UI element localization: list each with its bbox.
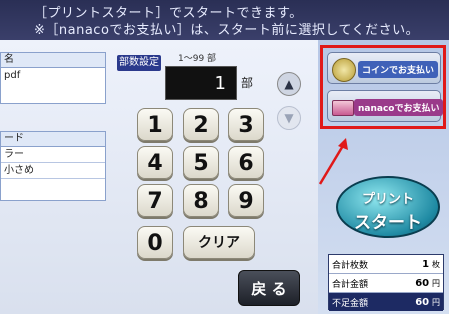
decrement-button[interactable]: ▼ [277,106,301,130]
sheets-label: 合計枚数 [332,260,369,271]
triangle-up-icon: ▲ [284,77,294,91]
coin-payment-button[interactable]: コインでお支払い [327,52,441,84]
total-unit: 円 [432,278,440,288]
key-4[interactable]: 4 [137,146,173,179]
nanaco-payment-label: nanacoでお支払い [354,99,444,116]
triangle-down-icon: ▼ [284,111,294,125]
nanaco-payment-button[interactable]: nanacoでお支払い [327,90,444,122]
key-6[interactable]: 6 [228,146,264,179]
back-button[interactable]: 戻 る [238,270,300,306]
shortage-value: 60 [415,296,430,308]
size-value: 小さめ [1,163,105,179]
key-0[interactable]: 0 [137,226,173,259]
print-settings-box: ード ラー 小さめ [0,131,106,201]
print-start-button[interactable]: プリント スタート [336,176,440,238]
copies-display: 1 [165,66,237,100]
coin-icon [332,58,356,82]
increment-button[interactable]: ▲ [277,72,301,96]
instruction-line-2: ※［nanacoでお支払い］は、スタート前に選択してください。 [34,23,420,38]
total-value: 60 [415,277,430,289]
mode-header: ード [1,132,105,147]
print-start-line-1: プリント [361,192,414,207]
shortage-label: 不足金額 [332,298,369,309]
instruction-banner: ［プリントスタート］でスタートできます。 ※［nanacoでお支払い］は、スター… [0,0,449,40]
file-name: pdf [4,70,21,81]
file-header: 名 [1,53,105,68]
key-2[interactable]: 2 [183,108,219,141]
total-label: 合計金額 [332,279,369,290]
summary-row-shortage: 不足金額 60 円 [329,293,443,311]
copies-label: 部数設定 [117,55,161,71]
key-7[interactable]: 7 [137,184,173,217]
key-1[interactable]: 1 [137,108,173,141]
file-info-box: 名 pdf [0,52,106,104]
card-icon [332,100,354,116]
key-8[interactable]: 8 [183,184,219,217]
print-start-line-2: スタート [354,213,422,233]
key-5[interactable]: 5 [183,146,219,179]
key-9[interactable]: 9 [228,184,264,217]
coin-payment-label: コインでお支払い [358,61,439,78]
red-arrow-icon [318,138,348,185]
clear-button[interactable]: クリア [183,226,255,259]
shortage-unit: 円 [432,297,440,307]
payment-summary: 合計枚数 1 枚 合計金額 60 円 不足金額 60 円 [328,254,444,311]
color-mode-value: ラー [1,147,105,163]
sheets-value: 1 [422,258,430,270]
copies-range: 1〜99 部 [178,54,217,64]
key-3[interactable]: 3 [228,108,264,141]
sheets-unit: 枚 [432,259,440,269]
summary-row-sheets: 合計枚数 1 枚 [329,255,443,274]
copies-unit: 部 [241,76,254,90]
summary-row-total: 合計金額 60 円 [329,274,443,293]
